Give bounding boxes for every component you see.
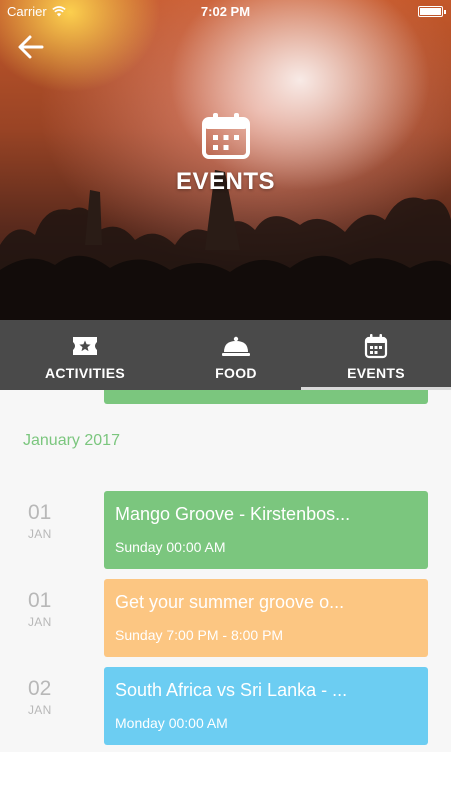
event-card[interactable]: South Africa vs Sri Lanka - ... Monday 0… xyxy=(104,667,428,745)
cloche-icon xyxy=(222,336,250,356)
event-day: 01 xyxy=(28,501,52,524)
events-list[interactable]: January 2017 01 JAN Mango Groove - Kirst… xyxy=(0,390,451,752)
event-row: 01 JAN Mango Groove - Kirstenbos... Sund… xyxy=(0,491,451,569)
arrow-left-icon xyxy=(18,35,44,59)
event-row: 01 JAN Get your summer groove o... Sunda… xyxy=(0,579,451,657)
event-time: Monday 00:00 AM xyxy=(115,715,228,731)
event-card[interactable]: Mango Groove - Kirstenbos... Sunday 00:0… xyxy=(104,491,428,569)
event-day: 01 xyxy=(28,589,52,612)
tab-events[interactable]: EVENTS xyxy=(301,320,451,390)
tab-food[interactable]: FOOD xyxy=(161,320,311,390)
tab-events-label: EVENTS xyxy=(347,365,405,381)
tab-activities[interactable]: ACTIVITIES xyxy=(10,320,160,390)
tab-food-label: FOOD xyxy=(215,365,257,381)
back-button[interactable] xyxy=(14,30,48,64)
event-row: 02 JAN South Africa vs Sri Lanka - ... M… xyxy=(0,667,451,745)
status-time: 7:02 PM xyxy=(200,4,251,19)
event-month: JAN xyxy=(28,703,52,717)
page-title: EVENTS xyxy=(175,168,276,195)
event-time: Sunday 7:00 PM - 8:00 PM xyxy=(115,627,284,643)
month-header: January 2017 xyxy=(23,432,120,449)
event-card-partial[interactable] xyxy=(104,390,428,404)
event-title: South Africa vs Sri Lanka - ... xyxy=(115,680,348,700)
tab-activities-label: ACTIVITIES xyxy=(44,365,125,381)
event-day: 02 xyxy=(28,677,52,700)
event-month: JAN xyxy=(28,615,52,629)
tab-bar: ACTIVITIES FOOD EVENTS xyxy=(0,320,451,390)
battery-icon xyxy=(418,6,446,17)
status-bar: Carrier 7:02 PM xyxy=(0,0,451,22)
calendar-icon xyxy=(364,334,388,359)
ticket-star-icon xyxy=(73,337,97,355)
event-time: Sunday 00:00 AM xyxy=(115,539,226,555)
event-title: Mango Groove - Kirstenbos... xyxy=(115,504,351,524)
header-banner xyxy=(0,0,451,320)
calendar-icon xyxy=(202,113,250,159)
event-month: JAN xyxy=(28,527,52,541)
event-card[interactable]: Get your summer groove o... Sunday 7:00 … xyxy=(104,579,428,657)
event-title: Get your summer groove o... xyxy=(115,592,345,612)
